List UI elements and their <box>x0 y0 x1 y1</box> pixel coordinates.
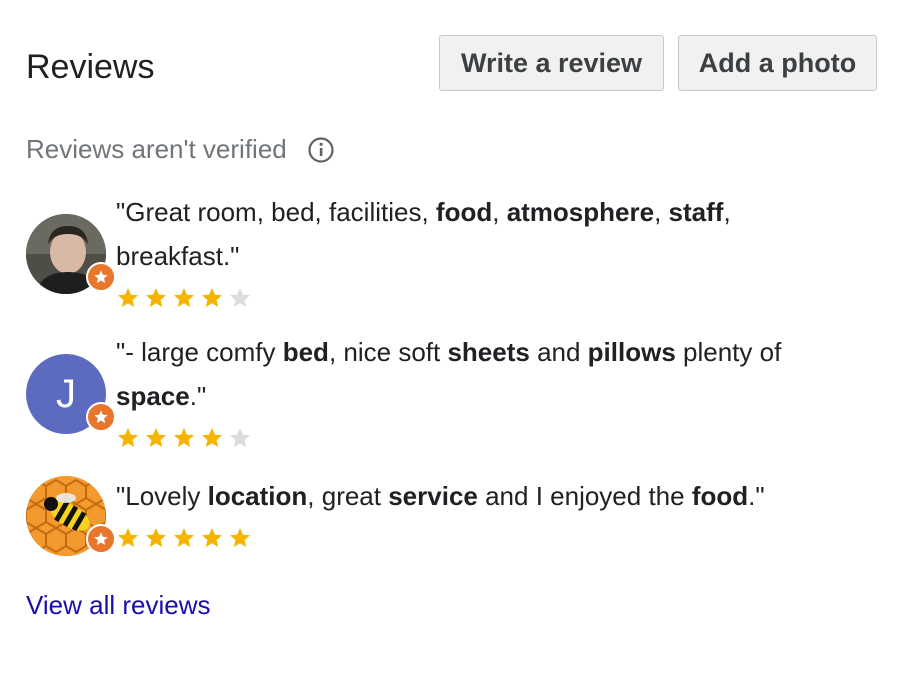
star-filled-icon <box>202 288 222 307</box>
avatar-letter: J <box>56 371 76 416</box>
add-photo-button[interactable]: Add a photo <box>678 35 877 91</box>
review-text: "- large comfy bed, nice soft sheets and… <box>116 330 856 418</box>
review-keyword: bed <box>282 337 329 367</box>
review-keyword: pillows <box>587 337 676 367</box>
review-keyword: space <box>116 381 190 411</box>
verification-notice: Reviews aren't verified <box>26 134 335 165</box>
write-review-button[interactable]: Write a review <box>439 35 664 91</box>
review-keyword: location <box>207 481 308 511</box>
local-guide-badge <box>86 262 116 292</box>
star-badge-icon <box>94 532 108 545</box>
star-filled-icon <box>146 428 166 447</box>
review-text-segment: , <box>492 197 507 227</box>
review-text-segment: ." <box>189 381 207 411</box>
section-title: Reviews <box>26 48 155 86</box>
review-text-segment: , nice soft <box>328 337 448 367</box>
review-text-segment: , <box>654 197 669 227</box>
review-keyword: staff <box>668 197 724 227</box>
review-text-segment: , great <box>307 481 389 511</box>
review-keyword: food <box>435 197 493 227</box>
verification-text: Reviews aren't verified <box>26 134 287 164</box>
star-filled-icon <box>202 428 222 447</box>
review-text-segment: plenty of <box>675 337 782 367</box>
review-text-segment: "- large comfy <box>116 337 283 367</box>
review-keyword: service <box>388 481 478 511</box>
review-text-segment: "Lovely <box>116 481 208 511</box>
star-filled-icon <box>174 528 194 547</box>
star-rating <box>116 426 252 450</box>
star-badge-icon <box>94 410 108 423</box>
review-text-segment: ." <box>748 481 765 511</box>
reviews-header: Reviews Write a review Add a photo <box>26 35 878 100</box>
review-text: "Lovely location, great service and I en… <box>116 474 856 518</box>
star-filled-icon <box>118 428 138 447</box>
star-empty-icon <box>230 428 250 447</box>
review-keyword: food <box>691 481 749 511</box>
review-keyword: sheets <box>447 337 530 367</box>
star-filled-icon <box>230 528 250 547</box>
info-icon[interactable] <box>307 136 335 164</box>
star-filled-icon <box>146 288 166 307</box>
star-rating <box>116 286 252 310</box>
star-filled-icon <box>118 288 138 307</box>
review-keyword: atmosphere <box>506 197 655 227</box>
star-empty-icon <box>230 288 250 307</box>
review-text-segment: and <box>529 337 588 367</box>
local-guide-badge <box>86 402 116 432</box>
star-filled-icon <box>146 528 166 547</box>
review-text: "Great room, bed, facilities, food, atmo… <box>116 190 856 278</box>
review-text-segment: and I enjoyed the <box>477 481 692 511</box>
local-guide-badge <box>86 524 116 554</box>
star-filled-icon <box>174 288 194 307</box>
star-rating <box>116 526 252 550</box>
view-all-reviews-link[interactable]: View all reviews <box>26 590 210 621</box>
star-filled-icon <box>118 528 138 547</box>
star-filled-icon <box>202 528 222 547</box>
star-badge-icon <box>94 270 108 283</box>
star-filled-icon <box>174 428 194 447</box>
review-text-segment: "Great room, bed, facilities, <box>116 197 436 227</box>
